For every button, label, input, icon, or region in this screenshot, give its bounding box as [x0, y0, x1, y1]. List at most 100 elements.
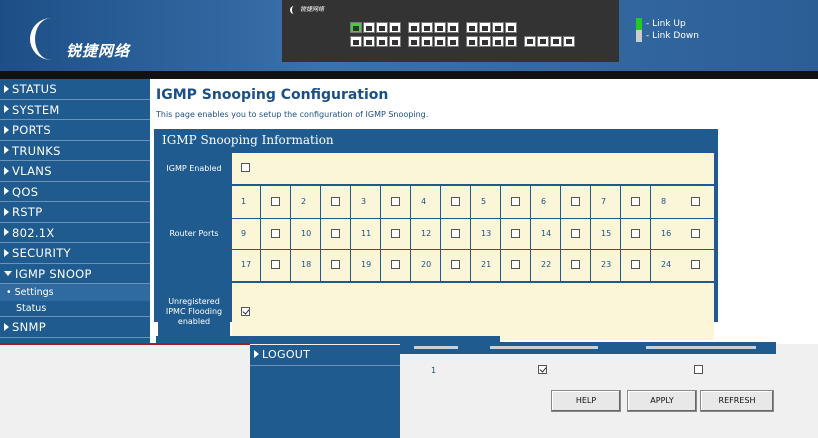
port-20-icon[interactable]: [479, 36, 491, 47]
grid-divider: [260, 249, 261, 281]
port-11-icon[interactable]: [421, 22, 433, 33]
router-port-checkbox[interactable]: [271, 260, 280, 269]
sidebar-item-igmp-snoop[interactable]: IGMP SNOOP: [0, 264, 150, 284]
port-9-icon[interactable]: [408, 22, 420, 33]
sidebar-item-rstp[interactable]: RSTP: [0, 202, 150, 223]
vlan-table-header: [400, 342, 776, 354]
router-port-checkbox[interactable]: [391, 260, 400, 269]
help-button[interactable]: HELP: [551, 390, 621, 412]
router-port-checkbox[interactable]: [451, 228, 460, 238]
sidebar-item-vlans[interactable]: VLANS: [0, 161, 150, 182]
router-port-checkbox[interactable]: [571, 260, 580, 269]
grid-divider: [500, 249, 501, 281]
grid-divider: [350, 217, 351, 249]
port-6-icon[interactable]: [376, 36, 388, 47]
router-port-number: 2: [301, 197, 307, 206]
port-22-icon[interactable]: [492, 36, 504, 47]
sidebar-item-qos[interactable]: QOS: [0, 182, 150, 202]
port-7-icon[interactable]: [389, 22, 401, 33]
grid-divider: [470, 186, 471, 218]
router-port-number: 19: [361, 260, 372, 269]
router-port-checkbox[interactable]: [451, 197, 460, 206]
port-1-icon[interactable]: [350, 22, 362, 33]
router-port-checkbox[interactable]: [571, 197, 580, 206]
sidebar-item-label: RSTP: [12, 205, 43, 219]
router-port-checkbox[interactable]: [631, 260, 640, 269]
port-23-icon[interactable]: [505, 22, 517, 33]
grid-divider: [500, 186, 501, 218]
port-14-icon[interactable]: [434, 36, 446, 47]
sidebar-item-security[interactable]: SECURITY: [0, 243, 150, 264]
unregistered-ipmc-checkbox[interactable]: [241, 307, 250, 316]
igmp-enabled-checkbox[interactable]: [241, 163, 250, 172]
port-17-icon[interactable]: [466, 22, 478, 33]
router-port-checkbox[interactable]: [331, 197, 340, 206]
apply-button[interactable]: APPLY: [627, 390, 697, 412]
sidebar-subitem-label: Settings: [14, 287, 54, 298]
router-port-checkbox[interactable]: [331, 228, 340, 238]
router-port-checkbox[interactable]: [511, 228, 520, 238]
router-port-number: 24: [661, 260, 672, 269]
router-port-checkbox[interactable]: [631, 228, 640, 238]
grid-divider: [320, 217, 321, 249]
grid-divider: [590, 186, 591, 218]
port-24-icon[interactable]: [505, 36, 517, 47]
router-port-checkbox[interactable]: [391, 197, 400, 206]
sfp-port-icon[interactable]: [524, 36, 536, 47]
sidebar-item-status[interactable]: STATUS: [0, 79, 150, 100]
port-10-icon[interactable]: [408, 36, 420, 47]
igmp-info-box: IGMP Snooping Information IGMP Enabled R…: [154, 129, 718, 340]
port-15-icon[interactable]: [447, 22, 459, 33]
grid-divider: [560, 186, 561, 218]
router-port-checkbox[interactable]: [691, 228, 700, 238]
router-port-checkbox[interactable]: [691, 197, 700, 206]
panel-logo-icon: [290, 5, 298, 14]
grid-divider: [380, 217, 381, 249]
router-port-checkbox[interactable]: [511, 197, 520, 206]
port-8-icon[interactable]: [389, 36, 401, 47]
port-2-icon[interactable]: [350, 36, 362, 47]
sfp-port-icon[interactable]: [550, 36, 562, 47]
router-port-checkbox[interactable]: [691, 260, 700, 269]
grid-divider: [590, 217, 591, 249]
sidebar-subitem-settings[interactable]: • Settings: [0, 284, 150, 301]
router-port-checkbox[interactable]: [271, 197, 280, 206]
router-port-checkbox[interactable]: [451, 260, 460, 269]
port-5-icon[interactable]: [376, 22, 388, 33]
router-port-checkbox[interactable]: [511, 260, 520, 269]
router-port-checkbox[interactable]: [631, 197, 640, 206]
grid-divider: [560, 217, 561, 249]
router-port-checkbox[interactable]: [571, 228, 580, 238]
sidebar-subitem-status[interactable]: Status: [0, 301, 150, 317]
sidebar-item-label: SECURITY: [12, 246, 71, 260]
port-19-icon[interactable]: [479, 22, 491, 33]
chevron-right-icon: [4, 166, 9, 175]
logout-link[interactable]: LOGOUT: [250, 345, 400, 366]
grid-divider: [500, 217, 501, 249]
grid-divider: [620, 217, 621, 249]
port-18-icon[interactable]: [466, 36, 478, 47]
port-16-icon[interactable]: [447, 36, 459, 47]
sidebar-item-snmp[interactable]: SNMP: [0, 317, 150, 338]
vlan-snooping-checkbox[interactable]: [538, 365, 547, 374]
port-3-icon[interactable]: [363, 22, 375, 33]
router-port-checkbox[interactable]: [271, 228, 280, 238]
router-port-checkbox[interactable]: [331, 260, 340, 269]
sfp-port-icon[interactable]: [563, 36, 575, 47]
port-13-icon[interactable]: [434, 22, 446, 33]
sidebar-item-ports[interactable]: PORTS: [0, 120, 150, 141]
sfp-port-icon[interactable]: [537, 36, 549, 47]
sidebar-item-system[interactable]: SYSTEM: [0, 100, 150, 120]
refresh-button[interactable]: REFRESH: [700, 390, 774, 412]
sidebar: STATUS SYSTEM PORTS TRUNKS VLANS QOS RST…: [0, 79, 150, 344]
port-12-icon[interactable]: [421, 36, 433, 47]
port-21-icon[interactable]: [492, 22, 504, 33]
port-4-icon[interactable]: [363, 36, 375, 47]
grid-divider: [380, 186, 381, 218]
legend-link-up: - Link Up: [636, 18, 699, 30]
router-port-checkbox[interactable]: [391, 228, 400, 238]
vlan-querying-checkbox[interactable]: [694, 365, 703, 374]
sidebar-item-trunks[interactable]: TRUNKS: [0, 141, 150, 161]
sidebar-item-8021x[interactable]: 802.1X: [0, 223, 150, 243]
link-up-swatch: [636, 18, 642, 30]
